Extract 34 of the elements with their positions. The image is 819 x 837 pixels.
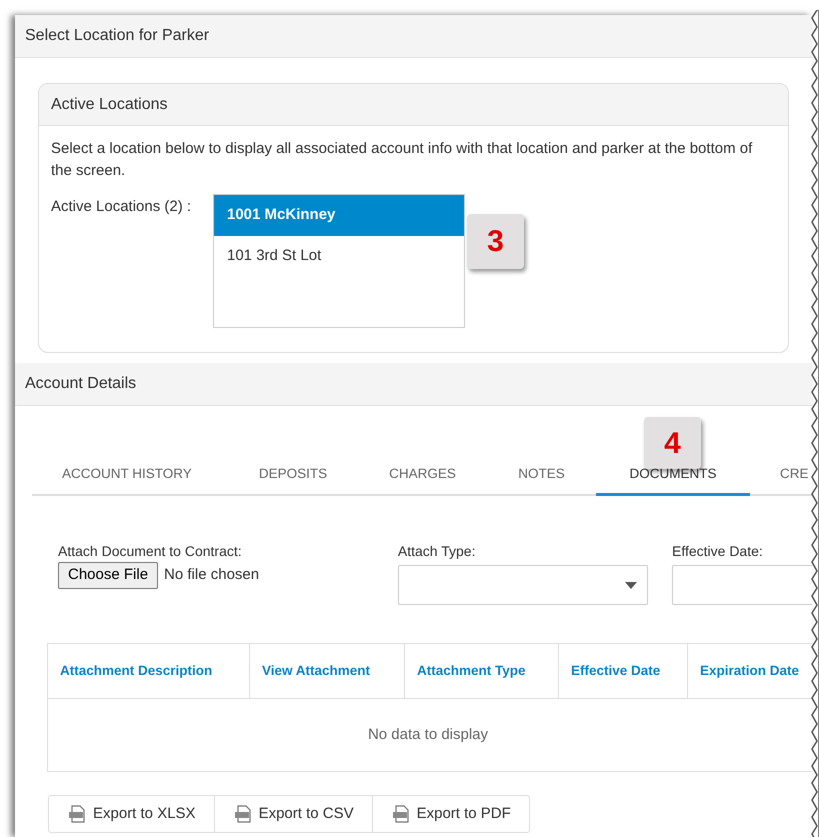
tab[interactable]: DEPOSITS [228, 456, 358, 496]
panel-title: Account Details [25, 374, 136, 394]
tab[interactable]: CHARGES [358, 456, 487, 496]
choose-file-button[interactable]: Choose File [58, 562, 158, 589]
export-button[interactable]: Export to PDF [372, 796, 529, 832]
column-header[interactable]: Attachment Description [48, 644, 250, 698]
document-icon [67, 804, 87, 824]
tab[interactable]: NOTES [487, 456, 596, 496]
tab[interactable]: DOCUMENTS [596, 456, 750, 496]
file-status-text: No file chosen [164, 565, 260, 586]
document-icon [232, 804, 253, 824]
attach-type-label: Attach Type: [398, 542, 476, 561]
tab[interactable]: CRE [750, 456, 812, 496]
column-header[interactable]: Effective Date [559, 644, 688, 698]
locations-listbox[interactable]: 1001 McKinney 101 3rd St Lot [213, 194, 465, 328]
locations-label: Active Locations (2) : [51, 197, 192, 217]
location-option[interactable]: 101 3rd St Lot [214, 236, 464, 277]
panel-title: Select Location for Parker [25, 26, 210, 46]
description-text: Select a location below to display all associated account info with that location and parker at the bottom of the screen. [50, 139, 754, 181]
empty-message: No data to display [368, 724, 488, 745]
tab[interactable]: ACCOUNT HISTORY [32, 456, 228, 496]
step-badge: 3 [467, 214, 524, 269]
document-icon [390, 804, 411, 824]
column-header[interactable]: Attachment Type [405, 644, 559, 698]
attach-type-select[interactable] [398, 565, 648, 605]
dropdown-caret-icon [624, 582, 637, 588]
export-button[interactable]: Export to CSV [214, 796, 372, 832]
export-button[interactable]: Export to XLSX [49, 796, 214, 832]
effective-date-label: Effective Date: [672, 542, 764, 561]
column-header[interactable]: View Attachment [250, 644, 405, 698]
card-title: Active Locations [51, 94, 168, 114]
step-badge: 4 [644, 417, 701, 469]
attach-label: Attach Document to Contract: [58, 542, 243, 561]
location-option[interactable]: 1001 McKinney [214, 195, 464, 236]
